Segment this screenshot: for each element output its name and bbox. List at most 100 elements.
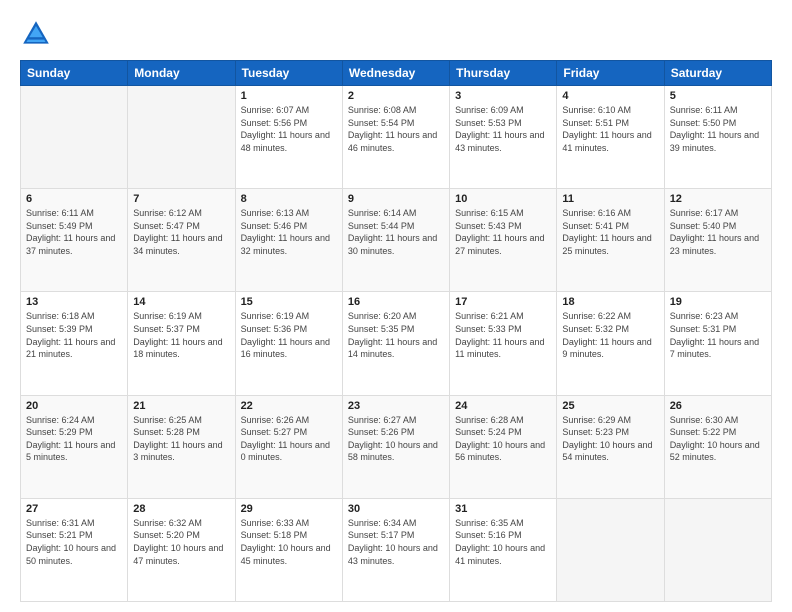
day-number: 20 [26,400,122,412]
day-number: 10 [455,193,551,205]
calendar-cell: 13Sunrise: 6:18 AMSunset: 5:39 PMDayligh… [21,292,128,395]
calendar-cell: 7Sunrise: 6:12 AMSunset: 5:47 PMDaylight… [128,189,235,292]
day-info: Sunrise: 6:08 AMSunset: 5:54 PMDaylight:… [348,104,444,154]
calendar-cell: 3 Sunrise: 6:09 AMSunset: 5:53 PMDaylight… [450,86,557,189]
day-info: Sunrise: 6:17 AMSunset: 5:40 PMDaylight:… [670,207,766,257]
day-number: 19 [670,296,766,308]
calendar-cell: 9 Sunrise: 6:14 AMSunset: 5:44 PMDaylight… [342,189,449,292]
day-info: Sunrise: 6:28 AMSunset: 5:24 PMDaylight:… [455,414,551,464]
weekday-header: Friday [557,61,664,86]
calendar-cell: 20 Sunrise: 6:24 AMSunset: 5:29 PMDayligh… [21,395,128,498]
calendar-cell: 27 Sunrise: 6:31 AMSunset: 5:21 PMDayligh… [21,498,128,601]
day-number: 11 [562,193,658,205]
day-number: 27 [26,503,122,515]
day-number: 28 [133,503,229,515]
day-info: Sunrise: 6:19 AMSunset: 5:37 PMDaylight:… [133,310,229,360]
day-info: Sunrise: 6:31 AMSunset: 5:21 PMDaylight:… [26,517,122,567]
page: SundayMondayTuesdayWednesdayThursdayFrid… [0,0,792,612]
day-number: 18 [562,296,658,308]
day-info: Sunrise: 6:24 AMSunset: 5:29 PMDaylight:… [26,414,122,464]
day-number: 25 [562,400,658,412]
calendar-cell: 14Sunrise: 6:19 AMSunset: 5:37 PMDayligh… [128,292,235,395]
day-number: 24 [455,400,551,412]
calendar-cell: 26 Sunrise: 6:30 AMSunset: 5:22 PMDayligh… [664,395,771,498]
calendar-week-row: 1 Sunrise: 6:07 AMSunset: 5:56 PMDaylight… [21,86,772,189]
weekday-header: Sunday [21,61,128,86]
calendar-week-row: 6Sunrise: 6:11 AMSunset: 5:49 PMDaylight… [21,189,772,292]
day-info: Sunrise: 6:16 AMSunset: 5:41 PMDaylight:… [562,207,658,257]
day-info: Sunrise: 6:14 AMSunset: 5:44 PMDaylight:… [348,207,444,257]
day-number: 23 [348,400,444,412]
day-number: 8 [241,193,337,205]
logo-icon [20,18,52,50]
calendar-cell: 16Sunrise: 6:20 AMSunset: 5:35 PMDayligh… [342,292,449,395]
calendar-cell: 12Sunrise: 6:17 AMSunset: 5:40 PMDayligh… [664,189,771,292]
calendar-cell: 8 Sunrise: 6:13 AMSunset: 5:46 PMDaylight… [235,189,342,292]
day-info: Sunrise: 6:20 AMSunset: 5:35 PMDaylight:… [348,310,444,360]
calendar-cell: 30 Sunrise: 6:34 AMSunset: 5:17 PMDayligh… [342,498,449,601]
day-info: Sunrise: 6:25 AMSunset: 5:28 PMDaylight:… [133,414,229,464]
day-number: 7 [133,193,229,205]
calendar-cell: 10 Sunrise: 6:15 AMSunset: 5:43 PMDayligh… [450,189,557,292]
day-number: 2 [348,90,444,102]
calendar-table: SundayMondayTuesdayWednesdayThursdayFrid… [20,60,772,602]
header [20,18,772,50]
calendar-cell: 11 Sunrise: 6:16 AMSunset: 5:41 PMDayligh… [557,189,664,292]
day-number: 26 [670,400,766,412]
day-number: 29 [241,503,337,515]
day-number: 31 [455,503,551,515]
day-info: Sunrise: 6:19 AMSunset: 5:36 PMDaylight:… [241,310,337,360]
calendar-cell: 31 Sunrise: 6:35 AMSunset: 5:16 PMDayligh… [450,498,557,601]
calendar-cell: 25Sunrise: 6:29 AMSunset: 5:23 PMDayligh… [557,395,664,498]
day-info: Sunrise: 6:35 AMSunset: 5:16 PMDaylight:… [455,517,551,567]
day-number: 4 [562,90,658,102]
day-number: 15 [241,296,337,308]
calendar-header-row: SundayMondayTuesdayWednesdayThursdayFrid… [21,61,772,86]
day-info: Sunrise: 6:11 AMSunset: 5:50 PMDaylight:… [670,104,766,154]
day-number: 30 [348,503,444,515]
calendar-cell: 6Sunrise: 6:11 AMSunset: 5:49 PMDaylight… [21,189,128,292]
day-info: Sunrise: 6:07 AMSunset: 5:56 PMDaylight:… [241,104,337,154]
calendar-cell: 22Sunrise: 6:26 AMSunset: 5:27 PMDayligh… [235,395,342,498]
calendar-cell: 29 Sunrise: 6:33 AMSunset: 5:18 PMDayligh… [235,498,342,601]
day-info: Sunrise: 6:30 AMSunset: 5:22 PMDaylight:… [670,414,766,464]
calendar-cell [128,86,235,189]
day-info: Sunrise: 6:18 AMSunset: 5:39 PMDaylight:… [26,310,122,360]
day-info: Sunrise: 6:34 AMSunset: 5:17 PMDaylight:… [348,517,444,567]
day-info: Sunrise: 6:23 AMSunset: 5:31 PMDaylight:… [670,310,766,360]
calendar-cell: 4 Sunrise: 6:10 AMSunset: 5:51 PMDaylight… [557,86,664,189]
calendar-cell: 15 Sunrise: 6:19 AMSunset: 5:36 PMDayligh… [235,292,342,395]
day-info: Sunrise: 6:32 AMSunset: 5:20 PMDaylight:… [133,517,229,567]
weekday-header: Monday [128,61,235,86]
day-number: 17 [455,296,551,308]
day-info: Sunrise: 6:27 AMSunset: 5:26 PMDaylight:… [348,414,444,464]
weekday-header: Wednesday [342,61,449,86]
day-info: Sunrise: 6:22 AMSunset: 5:32 PMDaylight:… [562,310,658,360]
logo [20,18,56,50]
day-number: 5 [670,90,766,102]
day-number: 1 [241,90,337,102]
day-info: Sunrise: 6:21 AMSunset: 5:33 PMDaylight:… [455,310,551,360]
calendar-cell [21,86,128,189]
calendar-cell: 28 Sunrise: 6:32 AMSunset: 5:20 PMDayligh… [128,498,235,601]
day-number: 22 [241,400,337,412]
weekday-header: Thursday [450,61,557,86]
calendar-cell: 17 Sunrise: 6:21 AMSunset: 5:33 PMDayligh… [450,292,557,395]
day-info: Sunrise: 6:11 AMSunset: 5:49 PMDaylight:… [26,207,122,257]
day-number: 21 [133,400,229,412]
day-info: Sunrise: 6:13 AMSunset: 5:46 PMDaylight:… [241,207,337,257]
calendar-week-row: 20 Sunrise: 6:24 AMSunset: 5:29 PMDayligh… [21,395,772,498]
day-info: Sunrise: 6:10 AMSunset: 5:51 PMDaylight:… [562,104,658,154]
day-info: Sunrise: 6:33 AMSunset: 5:18 PMDaylight:… [241,517,337,567]
calendar-cell [557,498,664,601]
day-number: 3 [455,90,551,102]
calendar-cell: 23 Sunrise: 6:27 AMSunset: 5:26 PMDayligh… [342,395,449,498]
calendar-cell: 18 Sunrise: 6:22 AMSunset: 5:32 PMDayligh… [557,292,664,395]
weekday-header: Saturday [664,61,771,86]
day-info: Sunrise: 6:15 AMSunset: 5:43 PMDaylight:… [455,207,551,257]
day-info: Sunrise: 6:09 AMSunset: 5:53 PMDaylight:… [455,104,551,154]
day-number: 9 [348,193,444,205]
calendar-cell: 2 Sunrise: 6:08 AMSunset: 5:54 PMDaylight… [342,86,449,189]
calendar-week-row: 13Sunrise: 6:18 AMSunset: 5:39 PMDayligh… [21,292,772,395]
calendar-cell: 5 Sunrise: 6:11 AMSunset: 5:50 PMDaylight… [664,86,771,189]
